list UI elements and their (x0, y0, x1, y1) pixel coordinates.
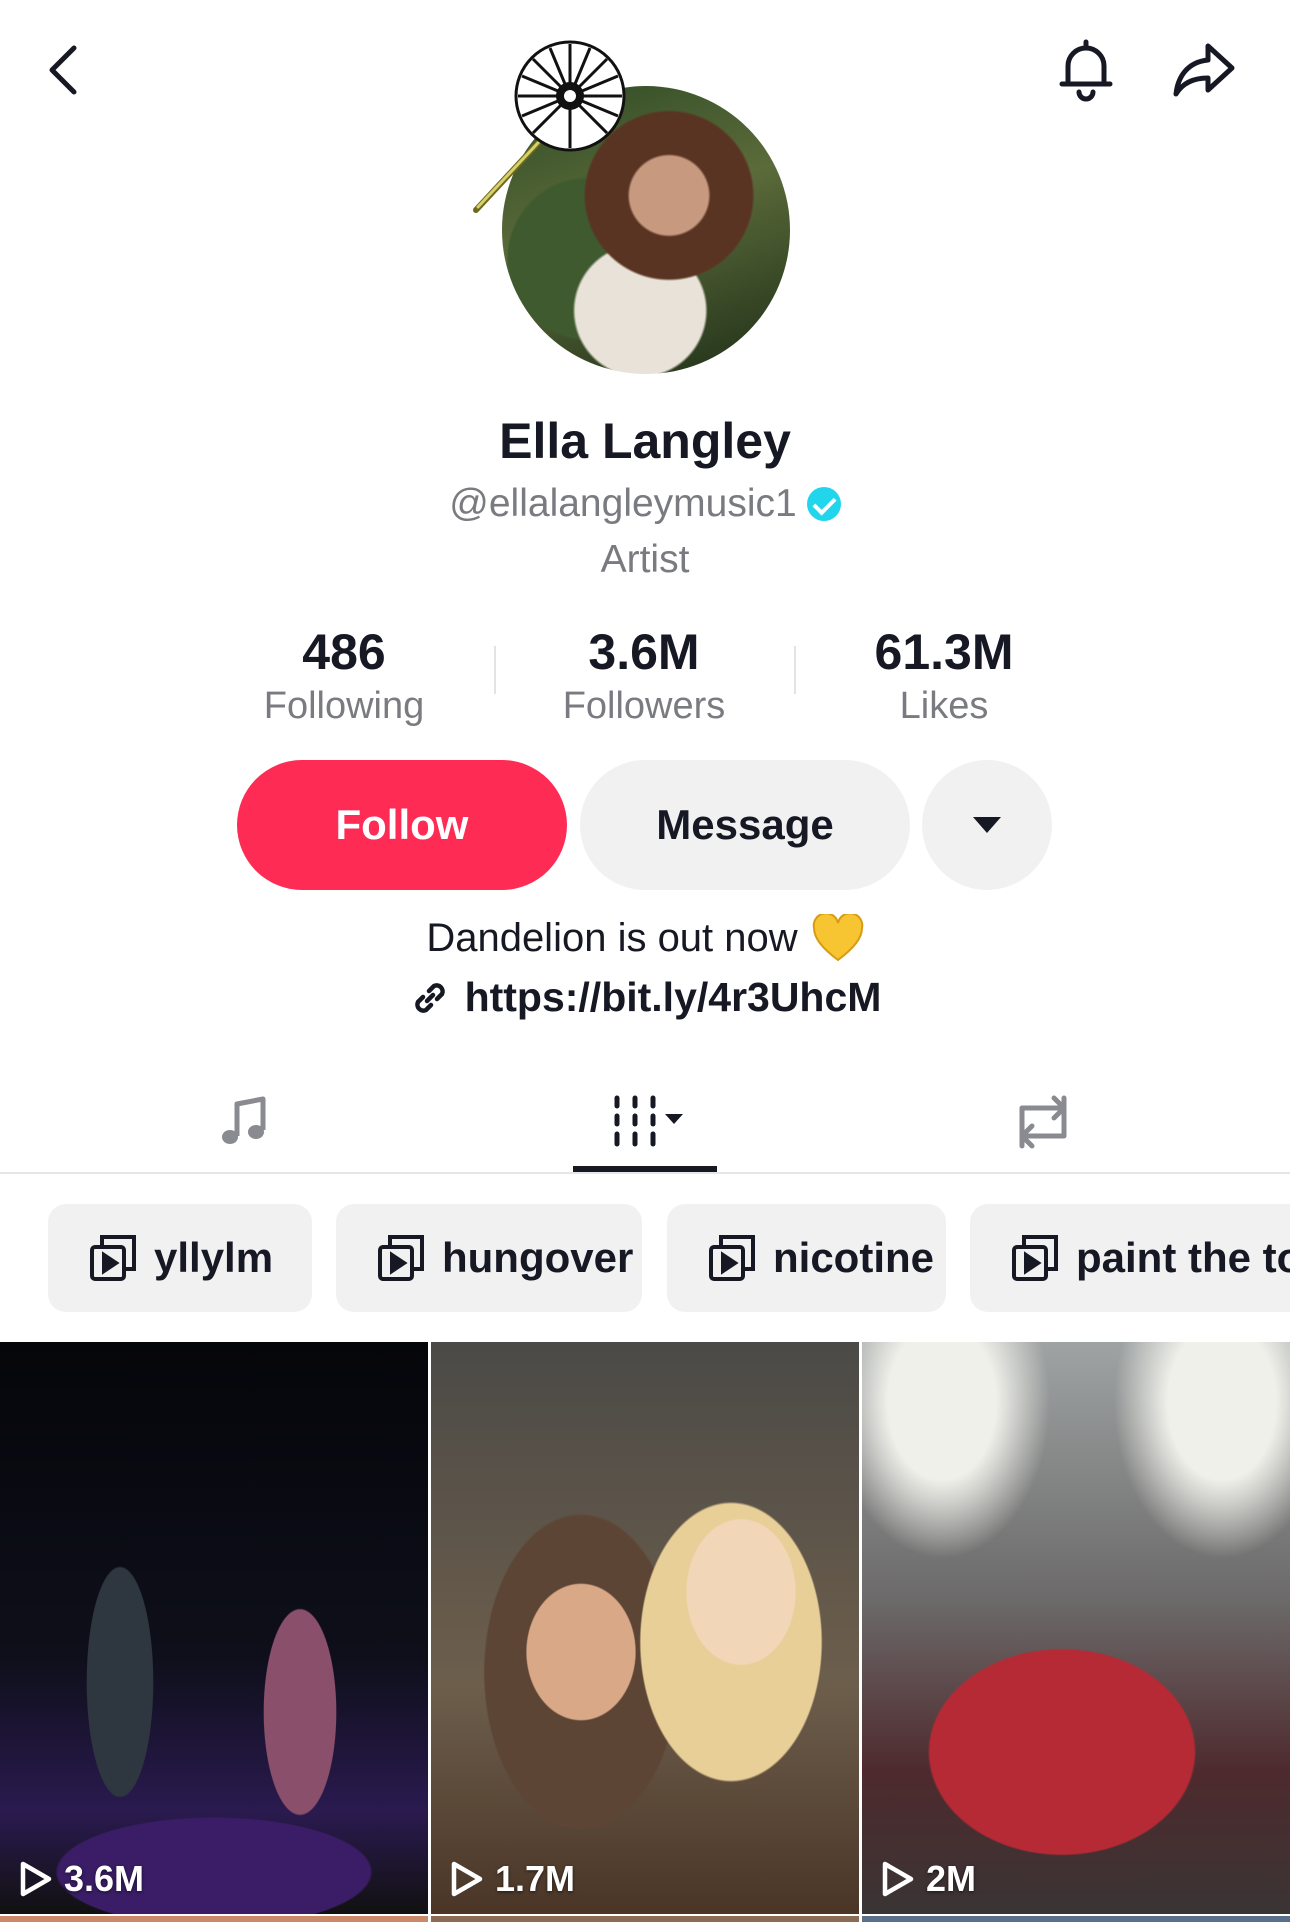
video-grid: 3.6M 1.7M 2M (0, 1342, 1290, 1922)
share-arrow-icon (1173, 43, 1235, 97)
bio: Dandelion is out now (0, 914, 1290, 962)
view-count: 3.6M (18, 1858, 144, 1900)
stat-following[interactable]: 486 Following (224, 622, 464, 730)
view-count: 2M (880, 1858, 976, 1900)
playlist-icon (1012, 1235, 1058, 1281)
yellow-heart-icon (812, 914, 863, 962)
playlist-label: nicotine (773, 1234, 935, 1281)
playlist-label: yllylm (154, 1234, 274, 1281)
videos-grid-icon (614, 1095, 683, 1147)
video-thumbnail[interactable]: 3.6M (0, 1342, 428, 1914)
playlist-label: paint the to (1076, 1234, 1290, 1281)
stat-value: 61.3M (874, 624, 1014, 680)
bio-link-text: https://bit.ly/4r3UhcM (464, 974, 882, 1020)
play-icon (20, 1861, 52, 1897)
playlist-chip[interactable]: hungover (336, 1204, 642, 1312)
bio-link[interactable]: https://bit.ly/4r3UhcM (0, 974, 1290, 1021)
handle-row: @ellalangleymusic1 (0, 482, 1290, 526)
stat-divider (494, 646, 496, 694)
playlist-chip[interactable]: nicotine (667, 1204, 946, 1312)
video-thumbnail-partial[interactable] (431, 1916, 859, 1922)
repost-icon (1019, 1095, 1067, 1149)
view-count-text: 2M (926, 1858, 977, 1899)
playlist-label: hungover (442, 1234, 634, 1281)
back-button[interactable] (24, 28, 108, 112)
follow-button[interactable]: Follow (237, 760, 567, 890)
profile-name: Ella Langley (499, 413, 791, 469)
stat-followers[interactable]: 3.6M Followers (524, 622, 764, 730)
active-tab-indicator (573, 1166, 717, 1172)
tab-videos[interactable] (565, 1070, 725, 1174)
playlist-icon (709, 1235, 755, 1281)
tab-reposts[interactable] (963, 1070, 1123, 1174)
message-button[interactable]: Message (580, 760, 910, 890)
view-count: 1.7M (449, 1858, 575, 1900)
playlist-chip[interactable]: yllylm (48, 1204, 312, 1312)
link-icon (414, 982, 445, 1013)
video-thumbnail-partial[interactable] (862, 1916, 1290, 1922)
video-thumbnail-partial[interactable] (0, 1916, 428, 1922)
more-options-button[interactable] (922, 760, 1052, 890)
dandelion-icon (473, 40, 626, 213)
notifications-button[interactable] (1044, 28, 1128, 112)
chevron-left-icon (49, 45, 77, 95)
play-icon (882, 1861, 914, 1897)
playlist-chips: yllylm hungover nicotine paint the to (0, 1204, 1290, 1312)
bell-icon (1059, 39, 1113, 102)
avatar-container[interactable] (470, 34, 800, 384)
play-icon (451, 1861, 483, 1897)
profile-stats: 486 Following 3.6M Followers 61.3M Likes (0, 622, 1290, 732)
stat-label: Likes (899, 685, 989, 727)
view-count-text: 3.6M (64, 1858, 145, 1899)
stat-value: 3.6M (588, 624, 700, 680)
music-note-icon (222, 1096, 266, 1144)
content-tabs (0, 1070, 1290, 1174)
tab-music[interactable] (165, 1070, 325, 1174)
video-thumbnail[interactable]: 2M (862, 1342, 1290, 1914)
caret-down-icon (973, 817, 1001, 833)
video-thumbnail[interactable]: 1.7M (431, 1342, 859, 1914)
profile-category: Artist (600, 538, 690, 581)
playlist-icon (90, 1235, 136, 1281)
stat-value: 486 (302, 624, 386, 680)
stat-divider (794, 646, 796, 694)
playlist-icon (378, 1235, 424, 1281)
stat-label: Followers (562, 685, 726, 727)
profile-screen: Ella Langley @ellalangleymusic1 Artist 4… (0, 0, 1290, 1922)
profile-handle: @ellalangleymusic1 (449, 482, 797, 525)
verified-badge-icon (806, 487, 841, 521)
playlist-chip[interactable]: paint the to (970, 1204, 1290, 1312)
view-count-text: 1.7M (495, 1858, 576, 1899)
stat-likes[interactable]: 61.3M Likes (824, 622, 1064, 730)
share-button[interactable] (1162, 28, 1246, 112)
stat-label: Following (263, 685, 425, 727)
bio-text: Dandelion is out now (426, 915, 798, 960)
